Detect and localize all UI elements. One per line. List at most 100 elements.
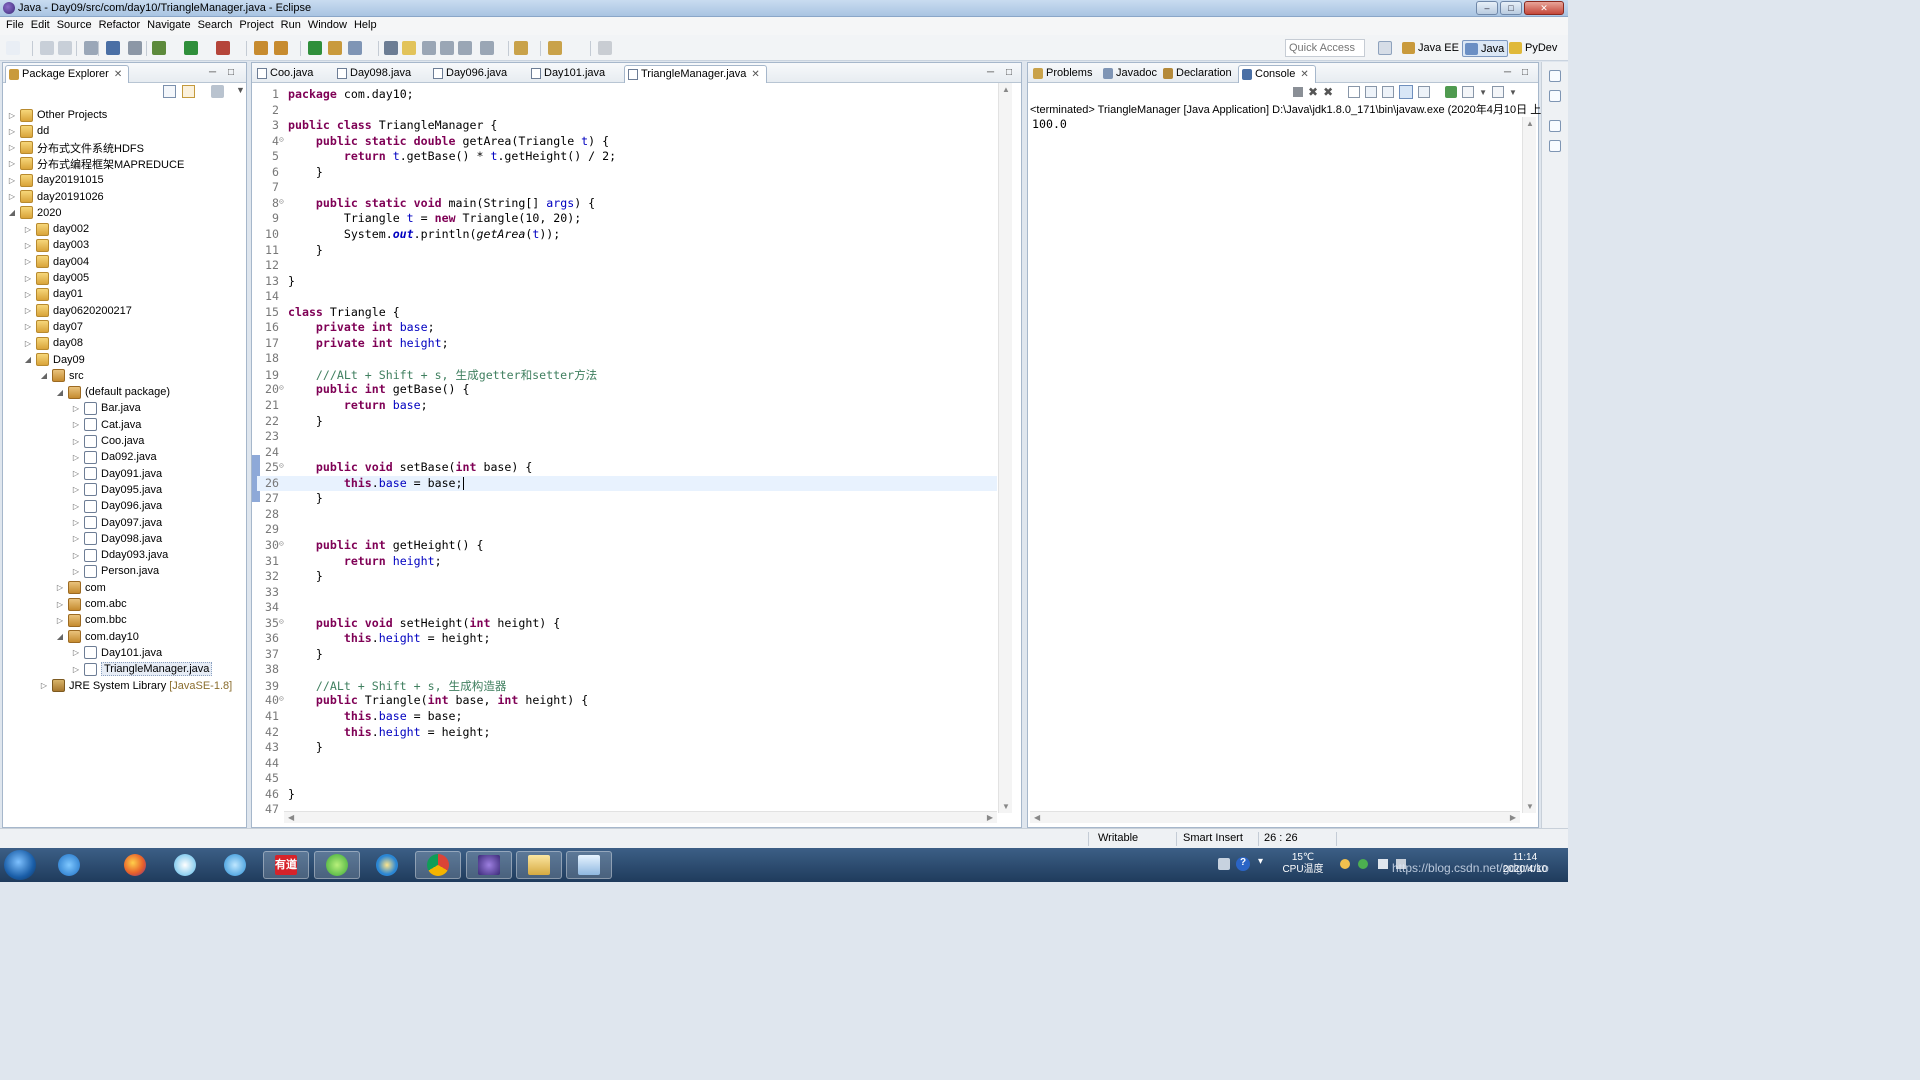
fold-icon[interactable]: ⊝ [279,617,284,626]
editor-tab[interactable]: Day096.java [430,65,513,83]
start-button[interactable] [4,850,36,880]
scroll-down-icon[interactable]: ▼ [1526,802,1534,811]
search-icon[interactable] [348,41,362,55]
clear-console-icon[interactable] [1348,86,1361,98]
collapsed-arrow-icon[interactable]: ▷ [71,453,81,462]
collapsed-arrow-icon[interactable]: ▷ [71,551,81,560]
perspective-pydev[interactable]: PyDev [1507,40,1560,57]
menu-file[interactable]: File [3,17,28,35]
collapsed-arrow-icon[interactable]: ▷ [7,192,17,201]
tree-node[interactable]: ▷ day003 [23,237,89,253]
editor-tab[interactable]: Day101.java [528,65,611,83]
menu-source[interactable]: Source [54,17,96,35]
minimize-editor-icon[interactable]: ─ [987,67,994,78]
focus-icon[interactable] [211,85,224,98]
collapsed-arrow-icon[interactable]: ▷ [71,648,81,657]
tree-node[interactable]: ▷ Coo.java [71,433,144,449]
maximize-button[interactable]: □ [1500,1,1522,15]
tree-node[interactable]: ▷ Cat.java [71,417,141,433]
link-with-editor-icon[interactable] [182,85,195,98]
collapsed-arrow-icon[interactable]: ▷ [7,159,17,168]
console-output[interactable]: 100.0 [1032,117,1067,131]
menu-run[interactable]: Run [278,17,305,35]
taskbar-360[interactable] [314,851,360,879]
close-button[interactable]: ✕ [1524,1,1564,15]
taskbar-ie-2[interactable] [364,851,410,879]
taskbar-ie[interactable] [46,851,92,879]
network-icon[interactable] [1378,859,1388,869]
close-icon[interactable]: ✕ [751,69,759,80]
tree-node[interactable]: ▷ com.bbc [55,612,127,628]
external-tools-icon[interactable] [216,41,230,55]
next-annotation-icon[interactable] [384,41,398,55]
tree-node[interactable]: ▷ Day101.java [71,645,162,661]
help-icon[interactable]: ? [1236,857,1250,871]
taskbar-eclipse[interactable] [466,851,512,879]
tree-node[interactable]: ▷ dd [7,123,49,139]
outline-icon[interactable] [1549,140,1561,152]
tree-node[interactable]: ▷ day01 [23,286,83,302]
debug-icon[interactable] [152,41,166,55]
expanded-arrow-icon[interactable]: ◢ [39,371,49,380]
collapsed-arrow-icon[interactable]: ▷ [23,290,33,299]
editor-tab[interactable]: Day098.java [334,65,417,83]
tray-app-icon[interactable] [1340,859,1350,869]
remove-launch-icon[interactable]: ✖ [1308,85,1318,99]
taskbar-firefox[interactable] [112,851,158,879]
taskbar-youdao[interactable]: 有道 [263,851,309,879]
scroll-left-icon[interactable]: ◀ [1034,813,1040,822]
new-icon[interactable] [6,41,20,55]
tree-node[interactable]: ▷ Day095.java [71,482,162,498]
collapsed-arrow-icon[interactable]: ▷ [71,437,81,446]
quick-access-input[interactable] [1285,39,1365,57]
editor-vertical-scrollbar[interactable]: ▲ ▼ [998,83,1012,813]
taskbar-notepad[interactable] [566,851,612,879]
collapsed-arrow-icon[interactable]: ▷ [7,127,17,136]
scroll-right-icon[interactable]: ▶ [1510,813,1516,822]
perspective-java-ee[interactable]: Java EE [1400,40,1462,57]
save-icon[interactable] [40,41,54,55]
new-java-project-icon[interactable] [254,41,268,55]
forward-icon[interactable] [598,41,612,55]
tree-node[interactable]: ◢ src [39,368,84,384]
mark-occurrences-icon[interactable] [402,41,416,55]
weather-widget[interactable]: 15℃ CPU温度 [1278,852,1328,876]
collapsed-arrow-icon[interactable]: ▷ [39,681,49,690]
maximize-view-icon[interactable]: □ [228,67,234,78]
collapsed-arrow-icon[interactable]: ▷ [23,306,33,315]
view-tab-declaration[interactable]: Declaration [1160,65,1238,83]
tree-node[interactable]: ▷ day20191026 [7,189,104,205]
collapsed-arrow-icon[interactable]: ▷ [55,583,65,592]
scroll-up-icon[interactable]: ▲ [1526,119,1534,128]
keyboard-icon[interactable] [1218,858,1230,870]
tree-node[interactable]: ▷ Day097.java [71,515,162,531]
collapsed-arrow-icon[interactable]: ▷ [71,404,81,413]
tree-node[interactable]: ▷ day08 [23,335,83,351]
word-wrap-icon[interactable] [1382,86,1395,98]
collapsed-arrow-icon[interactable]: ▷ [23,274,33,283]
print-icon[interactable] [84,41,98,55]
scroll-right-icon[interactable]: ▶ [987,813,993,822]
tree-node[interactable]: ▷ day005 [23,270,89,286]
tree-node[interactable]: ▷ day07 [23,319,83,335]
taskbar-cloud[interactable] [212,851,258,879]
tree-node[interactable]: ▷ com.abc [55,596,127,612]
clock[interactable]: 11:14 2020/4/10 [1497,852,1553,876]
restore-icon[interactable] [1549,70,1561,82]
menu-search[interactable]: Search [195,17,237,35]
fold-icon[interactable]: ⊝ [279,694,284,703]
tree-node[interactable]: ◢ Day09 [23,352,85,368]
menu-navigate[interactable]: Navigate [144,17,194,35]
tree-node[interactable]: ▷ Bar.java [71,400,141,416]
collapsed-arrow-icon[interactable]: ▷ [71,534,81,543]
fold-icon[interactable]: ⊝ [279,461,284,470]
collapsed-arrow-icon[interactable]: ▷ [23,257,33,266]
open-type-icon[interactable] [328,41,342,55]
collapsed-arrow-icon[interactable]: ▷ [23,339,33,348]
next-edit-icon[interactable] [480,41,494,55]
editor-horizontal-scrollbar[interactable]: ◀ ▶ [284,811,997,823]
menu-help[interactable]: Help [351,17,381,35]
collapsed-arrow-icon[interactable]: ▷ [7,176,17,185]
close-icon[interactable]: ✕ [1300,69,1308,80]
pin-console-icon[interactable] [1445,86,1458,98]
